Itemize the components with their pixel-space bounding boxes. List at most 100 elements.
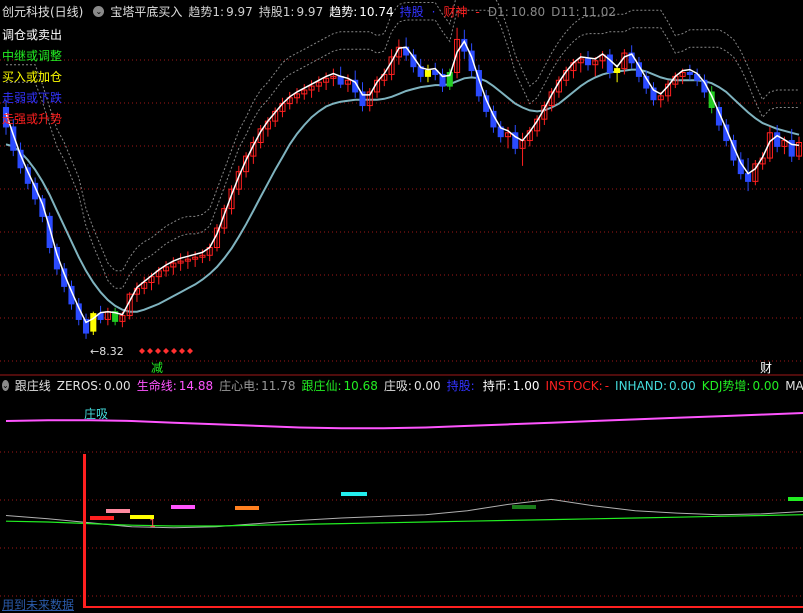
main-header-item-value: 10.74 xyxy=(359,4,394,19)
tower-band xyxy=(6,0,799,272)
signal-marks: ←8.32 减 财 xyxy=(90,345,772,375)
sub-header-item-label: KDJ势增: xyxy=(701,378,751,393)
sub-header-item-value: 10.68 xyxy=(343,378,378,393)
candle-body xyxy=(686,72,693,75)
sub-header-item-label: 庄吸: xyxy=(383,378,412,393)
sub-header-item-label: ZEROS: xyxy=(56,378,102,393)
main-header-item: 财神 xyxy=(443,5,469,19)
sub-signal-one: 1 xyxy=(149,517,156,530)
zhuangxindian-line xyxy=(5,498,803,529)
sub-header-item: 庄吸: 0.00 xyxy=(384,379,441,393)
tower-band xyxy=(6,9,799,289)
sub-header-item-value: 1.00 xyxy=(512,378,540,393)
main-header-item-value: 10.80 xyxy=(510,4,546,19)
sub-header-item: 持股: xyxy=(447,379,477,393)
main-header-item: 持股 xyxy=(400,5,426,19)
sub-header-item-label: MAC xyxy=(785,378,803,393)
main-header-items: 趋势1: 9.97 持股1: 9.97 趋势: 10.74 持股 · 财神 - D1: 10.80 D1… xyxy=(188,3,622,20)
indicator-collapse-icon[interactable]: ⌄ xyxy=(93,5,105,17)
sub-header-item-value: 0.00 xyxy=(669,378,696,393)
main-header-item-value: 9.97 xyxy=(296,4,324,19)
sub-header-item-label: 持股: xyxy=(446,378,475,393)
main-header-item-label: D11: xyxy=(551,4,580,19)
candle-body xyxy=(774,132,781,147)
sub-header-item: MAC xyxy=(785,379,803,393)
sub-header-item-label: 持币: xyxy=(482,378,511,393)
signal-segment xyxy=(90,516,114,520)
low-price-label: ←8.32 xyxy=(90,345,124,358)
genzhuangxian-line xyxy=(5,514,803,527)
main-header-item: 持股1: 9.97 xyxy=(259,5,323,19)
main-header-item-label: 财神 xyxy=(443,4,468,19)
candles xyxy=(2,27,803,339)
sub-header-item-label: 庄心电: xyxy=(219,378,260,393)
sub-header-item-label: 跟庄仙: xyxy=(301,378,342,393)
sub-header-item-value: 14.88 xyxy=(178,378,214,393)
tower-line xyxy=(5,39,800,324)
main-header-item-label: 持股1: xyxy=(258,4,295,19)
sub-grid xyxy=(0,451,803,597)
legend-item: 买入或加仓 xyxy=(2,70,63,84)
sub-indicator-marks: 1 xyxy=(83,454,803,608)
main-header-item-value: 9.97 xyxy=(226,4,253,19)
legend-item: 走强或升势 xyxy=(2,112,63,126)
tower-bands xyxy=(6,0,799,289)
sub-header-item: KDJ势增: 0.00 xyxy=(702,379,779,393)
signal-segment xyxy=(171,505,195,509)
legend-item: 中继或调整 xyxy=(2,49,63,63)
main-header-item: 趋势1: 9.97 xyxy=(188,5,252,19)
signal-diamond xyxy=(187,348,193,354)
sub-header-item: 庄心电: 11.78 xyxy=(219,379,295,393)
signal-segment xyxy=(106,509,130,513)
main-header-item-value: 11.02 xyxy=(581,4,617,19)
main-header-item-label: - xyxy=(475,4,480,19)
candle-body xyxy=(584,58,592,66)
signal-jian-label: 减 xyxy=(151,361,163,375)
sub-header-item-value: - xyxy=(604,378,610,393)
main-header-item: D11: 11.02 xyxy=(551,5,616,19)
candle-body xyxy=(745,173,752,182)
sub-header-item-label: 生命线: xyxy=(136,378,177,393)
sub-header-item: 跟庄仙: 10.68 xyxy=(302,379,378,393)
life-line xyxy=(5,412,803,430)
signal-segment xyxy=(235,506,259,510)
sub-header-item: INSTOCK: - xyxy=(545,379,609,393)
signal-segment xyxy=(341,492,367,496)
future-data-warning: 用到未来数据 xyxy=(2,598,75,612)
signal-diamond xyxy=(155,348,161,354)
legend-item: 走弱或下跌 xyxy=(2,91,63,105)
sub-header-items: ZEROS: 0.00 生命线: 14.88 庄心电: 11.78 跟庄仙: 10.68 庄吸:… xyxy=(57,377,803,394)
main-header-item-label: D1: xyxy=(487,4,509,19)
candle-body xyxy=(424,70,432,77)
indicator-name[interactable]: 宝塔平底买入 xyxy=(110,3,182,20)
signal-diamond xyxy=(171,348,177,354)
sub-indicator-name[interactable]: 跟庄线 xyxy=(15,377,51,394)
sub-collapse-icon[interactable]: ⌄ xyxy=(2,379,9,391)
stock-title[interactable]: 创元科技(日线) xyxy=(2,3,83,20)
signal-diamond xyxy=(179,348,185,354)
sub-header-item-value: 0.00 xyxy=(413,378,441,393)
tower-line-path xyxy=(5,39,800,324)
main-header-item-label: 持股 xyxy=(399,4,424,19)
main-header-item: - xyxy=(475,5,481,19)
signal-diamond xyxy=(147,348,153,354)
legend-item: 调仓或卖出 xyxy=(2,28,63,42)
sub-header-item-value: 0.00 xyxy=(752,378,780,393)
main-header-item: 趋势: 10.74 xyxy=(329,5,393,19)
sub-header-item-value: 0.00 xyxy=(103,378,131,393)
main-header: 创元科技(日线) ⌄ 宝塔平底买入 趋势1: 9.97 持股1: 9.97 趋势: 10.… xyxy=(0,2,803,20)
signal-segment xyxy=(788,497,803,501)
sub-header-item: INHAND: 0.00 xyxy=(615,379,696,393)
signal-segment xyxy=(512,505,536,509)
sub-header-item: 生命线: 14.88 xyxy=(137,379,213,393)
signal-diamond xyxy=(163,348,169,354)
chart-canvas: ←8.32 减 财 1 xyxy=(0,0,803,608)
sub-header-item-label: INSTOCK: xyxy=(545,378,603,393)
main-header-item-label: · xyxy=(431,4,436,19)
zhuangxi-label: 庄吸 xyxy=(84,407,109,421)
sub-header-item-label: INHAND: xyxy=(615,378,668,393)
sub-header: ⌄ 跟庄线 ZEROS: 0.00 生命线: 14.88 庄心电: 11.78 跟庄仙: 10… xyxy=(0,376,803,394)
sub-header-item: ZEROS: 0.00 xyxy=(57,379,131,393)
signal-diamond xyxy=(139,348,145,354)
sub-header-item-value: 11.78 xyxy=(261,378,296,393)
